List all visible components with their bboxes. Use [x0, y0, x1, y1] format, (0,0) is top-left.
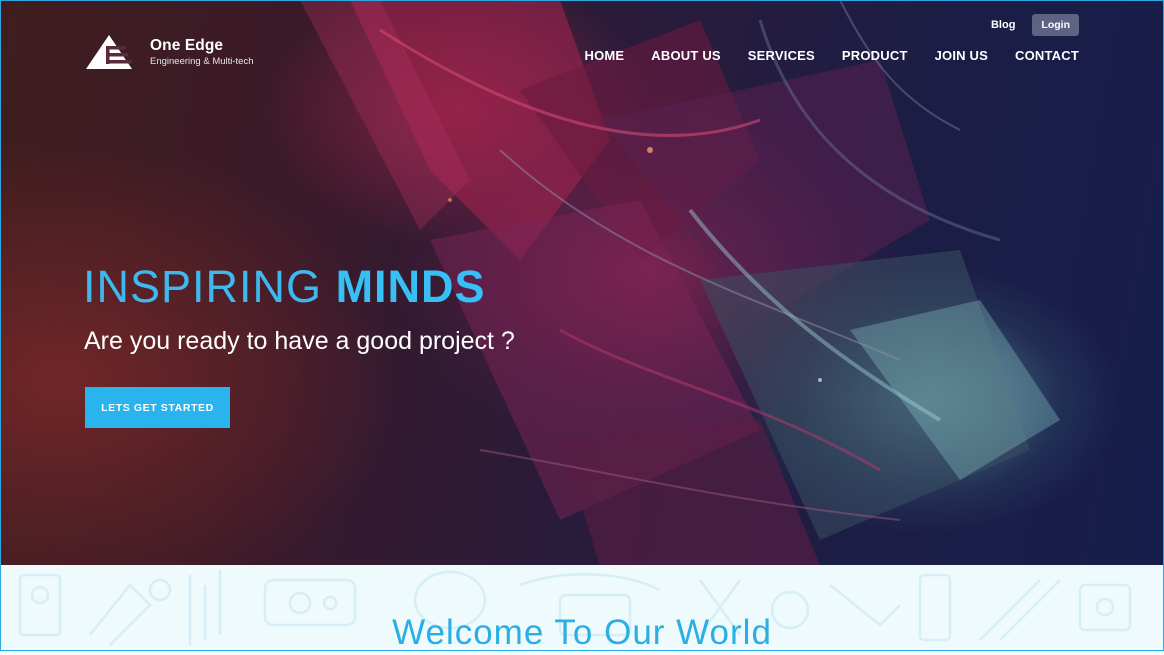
top-utility-links: Blog Login [991, 14, 1079, 36]
hero-subheadline: Are you ready to have a good project ? [84, 327, 515, 355]
nav-contact[interactable]: CONTACT [1015, 48, 1079, 63]
hero-headline: INSPIRING MINDS [83, 262, 486, 312]
hero-headline-bold: MINDS [335, 261, 486, 312]
nav-about-us[interactable]: ABOUT US [651, 48, 721, 63]
hero-section: One Edge Engineering & Multi-tech Blog L… [0, 0, 1164, 565]
welcome-title: Welcome To Our World [392, 613, 772, 652]
nav-product[interactable]: PRODUCT [842, 48, 908, 63]
brand-logo[interactable]: One Edge Engineering & Multi-tech [84, 33, 254, 71]
blog-link[interactable]: Blog [991, 19, 1015, 31]
nav-home[interactable]: HOME [584, 48, 624, 63]
brand-name: One Edge [150, 36, 224, 54]
main-nav: HOME ABOUT US SERVICES PRODUCT JOIN US C… [557, 48, 1079, 63]
login-button[interactable]: Login [1032, 14, 1079, 36]
logo-triangle-icon [86, 35, 132, 69]
nav-join-us[interactable]: JOIN US [935, 48, 988, 63]
nav-services[interactable]: SERVICES [748, 48, 815, 63]
brand-tagline: Engineering & Multi-tech [150, 55, 254, 67]
brand-text: One Edge Engineering & Multi-tech [150, 37, 254, 68]
get-started-button[interactable]: LETS GET STARTED [85, 387, 230, 428]
hero-headline-light: INSPIRING [83, 261, 323, 312]
